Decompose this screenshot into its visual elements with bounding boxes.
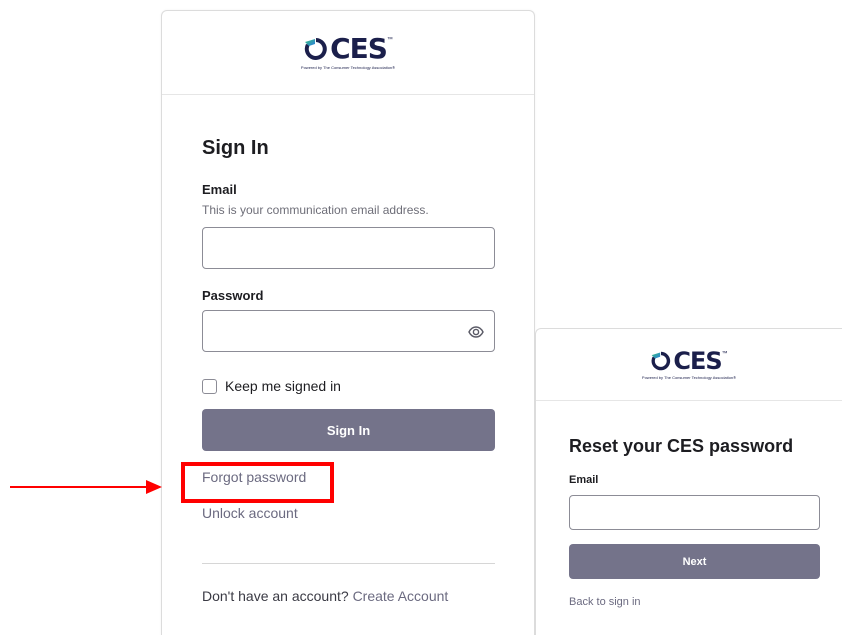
page: CES ™ Powered by The Consumer Technology… (0, 0, 842, 635)
keep-signed-in-label[interactable]: Keep me signed in (225, 378, 341, 394)
password-label: Password (202, 288, 264, 303)
logo-trademark: ™ (721, 351, 728, 357)
signup-row: Don't have an account? Create Account (202, 588, 494, 604)
reset-email-label: Email (569, 474, 599, 486)
keep-signed-in-checkbox[interactable] (202, 378, 217, 394)
eye-icon[interactable] (468, 324, 484, 340)
reset-email-input[interactable] (569, 495, 820, 530)
reset-card: CES ™ Powered by The Consumer Technology… (535, 328, 842, 635)
ces-logo-mark-icon (304, 38, 327, 60)
logo-tagline: Powered by The Consumer Technology Assoc… (300, 65, 396, 70)
page-title: Sign In (202, 137, 269, 159)
reset-header: CES ™ Powered by The Consumer Technology… (536, 329, 842, 401)
signin-button[interactable]: Sign In (202, 409, 495, 451)
email-input[interactable] (202, 227, 495, 269)
arrow-icon (10, 480, 162, 494)
email-label: Email (202, 182, 237, 197)
ces-logo-mark-icon (651, 351, 671, 371)
email-hint: This is your communication email address… (202, 203, 429, 217)
divider (202, 563, 495, 564)
signup-prompt: Don't have an account? (202, 588, 349, 604)
forgot-password-highlight (181, 462, 334, 503)
logo-text: CES (330, 32, 388, 65)
next-button[interactable]: Next (569, 544, 820, 579)
keep-signed-in-row[interactable]: Keep me signed in (202, 378, 494, 394)
logo-tagline: Powered by The Consumer Technology Assoc… (641, 375, 737, 380)
back-to-signin-link[interactable]: Back to sign in (569, 596, 821, 608)
ces-logo: CES ™ Powered by The Consumer Technology… (300, 32, 396, 71)
reset-title: Reset your CES password (569, 436, 794, 456)
reset-form: Reset your CES password Email Next Back … (536, 435, 842, 608)
password-input[interactable] (202, 310, 495, 352)
logo-trademark: ™ (386, 37, 393, 43)
ces-logo: CES ™ Powered by The Consumer Technology… (642, 349, 736, 380)
signin-card: CES ™ Powered by The Consumer Technology… (161, 10, 535, 635)
unlock-account-link[interactable]: Unlock account (202, 505, 494, 521)
signin-header: CES ™ Powered by The Consumer Technology… (162, 11, 534, 95)
create-account-link[interactable]: Create Account (353, 588, 449, 604)
logo-text: CES (673, 347, 722, 375)
signin-form: Sign In Email This is your communication… (162, 136, 534, 604)
